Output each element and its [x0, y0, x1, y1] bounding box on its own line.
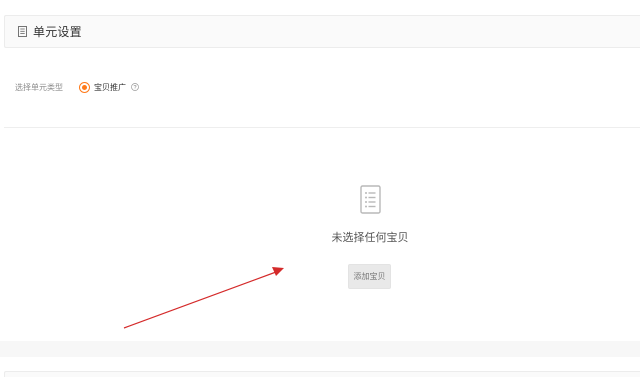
unit-settings-page: 单元设置 选择单元类型 宝贝推广 未选择任何宝贝 添加宝贝	[0, 0, 640, 377]
document-icon	[18, 26, 27, 37]
radio-baobei-tuiguang[interactable]	[79, 81, 90, 93]
annotation-arrow	[123, 267, 284, 329]
radio-label-baobei-tuiguang[interactable]: 宝贝推广	[94, 82, 126, 93]
section-title: 单元设置	[33, 25, 82, 39]
section-divider	[4, 127, 640, 128]
empty-state-message: 未选择任何宝贝	[331, 231, 409, 244]
section-header: 单元设置	[4, 15, 640, 48]
section-gap	[0, 341, 640, 357]
document-list-icon	[360, 185, 381, 214]
unit-type-row: 选择单元类型 宝贝推广	[15, 79, 139, 95]
add-item-button[interactable]: 添加宝贝	[348, 264, 391, 289]
next-section-header	[4, 371, 640, 377]
question-circle-icon[interactable]	[131, 83, 139, 91]
unit-type-label: 选择单元类型	[15, 82, 63, 92]
radio-selected-dot	[82, 84, 87, 90]
